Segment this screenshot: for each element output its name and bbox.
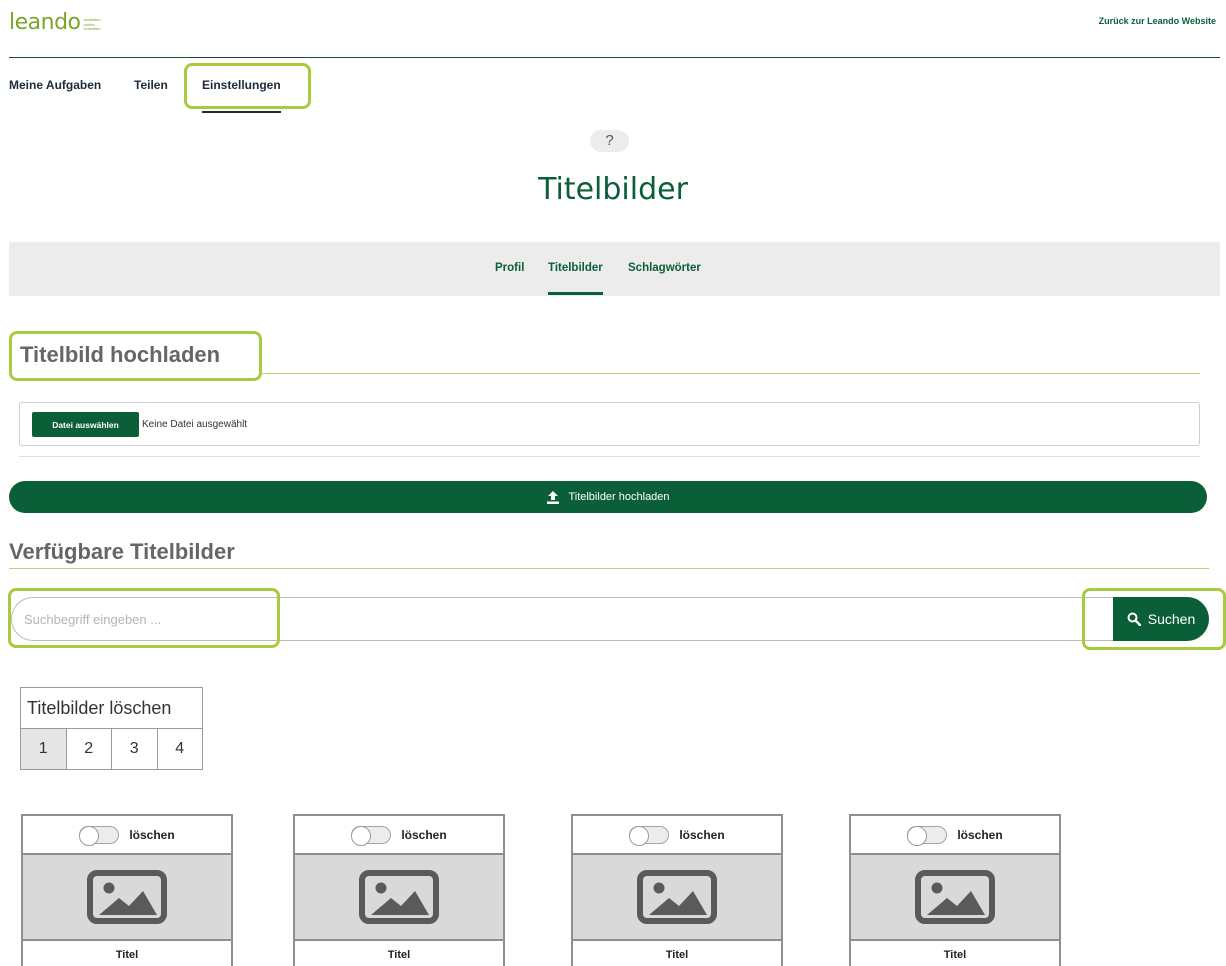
delete-toggle-label: löschen [957,827,1003,842]
back-to-website-link[interactable]: Zurück zur Leando Website [1099,16,1216,26]
tab-teilen[interactable]: Teilen [134,78,168,92]
page-title: Titelbilder [538,172,688,207]
titelbild-card: löschen Titel [293,814,505,966]
delete-toggle[interactable] [79,825,120,846]
card-delete-row: löschen [851,816,1059,853]
delete-toggle-label: löschen [679,827,725,842]
image-icon [87,870,167,924]
card-title: Titel [115,949,139,961]
delete-toggle[interactable] [629,825,670,846]
search-icon [1127,612,1141,626]
file-status-text: Keine Datei ausgewählt [142,419,248,430]
card-delete-row: löschen [295,816,503,853]
pagination: 1 2 3 4 [21,729,202,769]
delete-toggle[interactable] [907,825,948,846]
search-button-label: Suchen [1147,611,1196,627]
image-icon [915,870,995,924]
page-button-3[interactable]: 3 [111,729,157,769]
logo-wordmark: leando [9,10,81,35]
tab-meine-aufgaben[interactable]: Meine Aufgaben [9,78,101,92]
upload-section-title: Titelbild hochladen [20,342,221,367]
subtab-titelbilder[interactable]: Titelbilder [548,262,603,295]
upload-section-rule [262,373,1200,374]
delete-table-header: Titelbilder löschen [21,688,202,729]
page-button-1[interactable]: 1 [21,729,66,769]
header-divider [9,57,1220,58]
card-image-placeholder [23,853,231,941]
image-icon [359,870,439,924]
file-input-box: Datei auswählen Keine Datei ausgewählt [19,402,1200,446]
card-title: Titel [665,949,689,961]
image-icon [637,870,717,924]
leando-logo[interactable]: leando ausbilden prüfen verwalten [9,8,101,34]
delete-titelbilder-table: Titelbilder löschen 1 2 3 4 [20,687,203,770]
upload-titelbilder-button[interactable]: Titelbilder hochladen [9,481,1207,513]
upload-divider [19,456,1200,457]
page-button-2[interactable]: 2 [65,729,111,769]
tab-einstellungen[interactable]: Einstellungen [202,78,281,113]
card-delete-row: löschen [573,816,781,853]
settings-subnav: Profil Titelbilder Schlagwörter [9,242,1220,296]
delete-toggle-label: löschen [401,827,447,842]
upload-icon [547,490,560,504]
choose-file-button[interactable]: Datei auswählen [32,412,139,437]
search-button[interactable]: Suchen [1113,597,1209,641]
titelbild-card: löschen Titel [21,814,233,966]
card-delete-row: löschen [23,816,231,853]
card-title: Titel [943,949,967,961]
subtab-profil[interactable]: Profil [495,262,524,274]
upload-button-label: Titelbilder hochladen [568,491,670,503]
page-button-4[interactable]: 4 [156,729,202,769]
search-input[interactable] [11,597,1121,641]
titelbild-card: löschen Titel [571,814,783,966]
card-title: Titel [387,949,411,961]
available-section-rule [9,568,1209,569]
subtab-schlagwoerter[interactable]: Schlagwörter [628,262,701,274]
logo-tagline: ausbilden prüfen verwalten [83,17,101,31]
delete-toggle[interactable] [351,825,392,846]
available-section-title: Verfügbare Titelbilder [9,539,235,564]
card-image-placeholder [295,853,503,941]
card-image-placeholder [851,853,1059,941]
help-button[interactable]: ? [590,130,629,152]
card-image-placeholder [573,853,781,941]
titelbild-card: löschen Titel [849,814,1061,966]
delete-toggle-label: löschen [129,827,175,842]
